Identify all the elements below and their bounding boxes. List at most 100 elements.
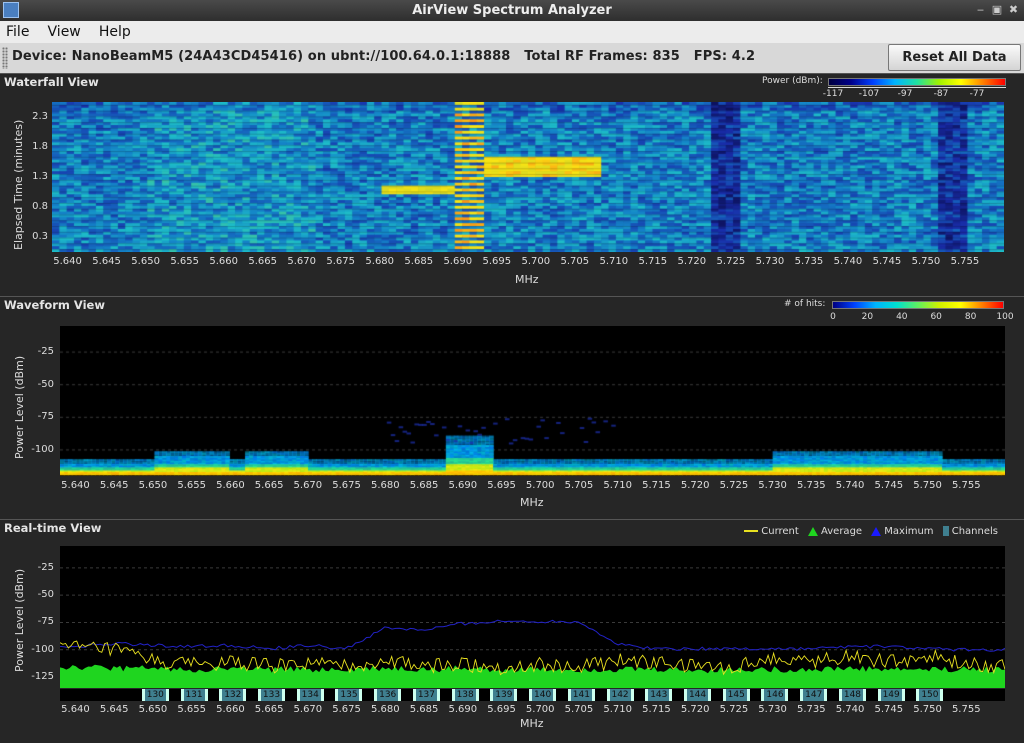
realtime-xtick: 5.670 (293, 704, 323, 715)
channel-marker[interactable]: 147 (800, 689, 828, 701)
close-icon[interactable]: ✖ (1007, 3, 1020, 16)
waveform-xtick: 5.640 (61, 480, 90, 491)
channel-marker[interactable]: 142 (606, 689, 634, 701)
realtime-xtick: 5.715 (642, 704, 671, 715)
channel-marker[interactable]: 140 (529, 689, 557, 701)
channel-strip: 130 131 132 133 134 135 136 137 138 139 140 141 142 1… (60, 689, 1005, 701)
waterfall-colorbar-tick: -87 (933, 89, 949, 99)
waveform-ytick: -25 (37, 346, 54, 358)
waterfall-xtick: 5.710 (599, 256, 629, 267)
channel-marker[interactable]: 138 (451, 689, 479, 701)
realtime-xtick: 5.740 (835, 704, 865, 715)
waterfall-title: Waterfall View (4, 75, 99, 89)
realtime-xtick: 5.660 (216, 704, 245, 715)
reset-all-data-button[interactable]: Reset All Data (888, 44, 1021, 71)
realtime-xtick: 5.685 (409, 704, 439, 715)
channel-marker[interactable]: 137 (412, 689, 440, 701)
waterfall-colorbar-tick: -117 (822, 89, 844, 99)
window-title: AirView Spectrum Analyzer (412, 3, 612, 18)
waterfall-ytick: 1.3 (32, 171, 48, 182)
channel-marker[interactable]: 130 (141, 689, 169, 701)
menu-bar: File View Help (0, 21, 1024, 44)
channel-marker[interactable]: 132 (219, 689, 247, 701)
realtime-legend: Current Average Maximum Channels (738, 526, 998, 537)
channel-marker[interactable]: 150 (916, 689, 944, 701)
channel-marker[interactable]: 148 (838, 689, 866, 701)
realtime-xtick: 5.695 (487, 704, 516, 715)
device-info: Device: NanoBeamM5 (24A43CD45416) on ubn… (12, 49, 756, 64)
waterfall-ytick: 2.3 (32, 111, 48, 122)
channel-marker[interactable]: 146 (761, 689, 789, 701)
waterfall-xtick: 5.725 (716, 256, 746, 267)
waveform-xtick: 5.700 (525, 480, 555, 491)
waveform-ytick: -75 (37, 411, 54, 423)
waterfall-xtick: 5.705 (560, 256, 590, 267)
waveform-xtick: 5.705 (564, 480, 594, 491)
waveform-xtick: 5.695 (487, 480, 516, 491)
realtime-xtick: 5.745 (874, 704, 904, 715)
waveform-xtick: 5.690 (448, 480, 478, 491)
realtime-xlabel: MHz (520, 717, 544, 730)
channel-marker[interactable]: 131 (180, 689, 208, 701)
realtime-xtick: 5.655 (177, 704, 206, 715)
channel-marker[interactable]: 149 (877, 689, 905, 701)
realtime-xtick: 5.710 (603, 704, 633, 715)
menu-view[interactable]: View (42, 21, 88, 41)
waterfall-xtick: 5.685 (404, 256, 434, 267)
realtime-xtick: 5.640 (61, 704, 90, 715)
waterfall-colorbar-axis (828, 87, 1006, 88)
waveform-xtick: 5.715 (642, 480, 671, 491)
waterfall-heatmap[interactable] (52, 102, 1004, 252)
window-titlebar: AirView Spectrum Analyzer ‒ ▣ ✖ (0, 0, 1024, 22)
device-toolbar: Device: NanoBeamM5 (24A43CD45416) on ubn… (0, 43, 1024, 74)
channel-marker[interactable]: 144 (684, 689, 712, 701)
realtime-xtick: 5.750 (913, 704, 942, 715)
waveform-ytick: -50 (37, 378, 54, 390)
realtime-xtick: 5.720 (680, 704, 710, 715)
waterfall-xtick: 5.755 (950, 256, 980, 267)
waveform-xtick: 5.710 (603, 480, 633, 491)
realtime-xtick: 5.755 (951, 704, 981, 715)
channel-marker[interactable]: 133 (258, 689, 285, 701)
toolbar-grip-icon[interactable] (2, 47, 8, 69)
minimize-icon[interactable]: ‒ (974, 3, 987, 16)
waveform-title: Waveform View (4, 298, 105, 312)
menu-file[interactable]: File (0, 21, 36, 41)
waterfall-xtick: 5.695 (482, 256, 512, 267)
waterfall-xlabel: MHz (515, 273, 539, 286)
channel-marker[interactable]: 136 (374, 689, 402, 701)
waterfall-xtick: 5.750 (911, 256, 941, 267)
waveform-xtick: 5.645 (99, 480, 129, 491)
channel-marker[interactable]: 139 (490, 689, 518, 701)
realtime-xtick: 5.675 (332, 704, 361, 715)
channel-marker[interactable]: 134 (296, 689, 324, 701)
realtime-ytick: -25 (37, 561, 54, 573)
realtime-xtick: 5.680 (370, 704, 400, 715)
waterfall-colorbar (828, 78, 1006, 86)
menu-help[interactable]: Help (93, 21, 138, 41)
waterfall-xtick: 5.700 (521, 256, 551, 267)
waterfall-ytick: 0.3 (32, 231, 48, 242)
realtime-title: Real-time View (4, 521, 102, 535)
waterfall-xtick: 5.730 (755, 256, 785, 267)
waterfall-xtick: 5.740 (833, 256, 863, 267)
realtime-plot[interactable] (60, 546, 1005, 688)
waveform-colorbar-tick: 80 (964, 312, 977, 322)
waterfall-colorbar-tick: -77 (969, 89, 985, 99)
waterfall-colorbar-tick: -107 (858, 89, 880, 99)
maximize-icon[interactable]: ▣ (991, 3, 1004, 16)
waterfall-xtick: 5.665 (248, 256, 277, 267)
channel-marker[interactable]: 143 (645, 689, 673, 701)
waveform-xtick: 5.745 (874, 480, 904, 491)
waveform-heatmap[interactable] (60, 326, 1005, 476)
waveform-legend-label: # of hits: (784, 299, 826, 309)
channel-marker[interactable]: 135 (335, 689, 363, 701)
channel-marker[interactable]: 141 (567, 689, 595, 701)
waterfall-xtick: 5.680 (365, 256, 395, 267)
realtime-panel: Real-time View Current Average Maximum C… (0, 519, 1024, 743)
channel-marker[interactable]: 145 (722, 689, 750, 701)
waveform-xtick: 5.755 (951, 480, 981, 491)
waveform-xtick: 5.730 (758, 480, 787, 491)
waveform-xtick: 5.735 (797, 480, 826, 491)
realtime-xtick: 5.650 (138, 704, 168, 715)
